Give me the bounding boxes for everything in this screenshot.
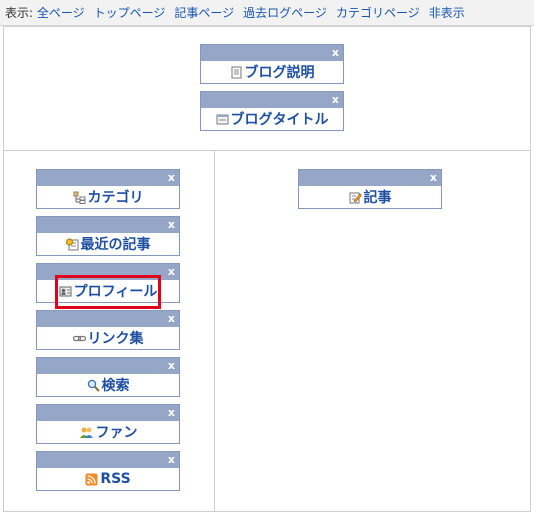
tree-icon <box>73 191 86 204</box>
widget-fan[interactable]: x ファン <box>36 404 180 444</box>
widget-rss[interactable]: x RSS <box>36 451 180 491</box>
filter-link-hidden[interactable]: 非表示 <box>429 6 465 20</box>
widget-label: 記事 <box>363 190 392 206</box>
widget-header[interactable] <box>201 92 343 108</box>
close-icon[interactable]: x <box>168 452 175 468</box>
close-icon[interactable]: x <box>332 92 339 108</box>
widget-label: ブログ説明 <box>244 65 315 81</box>
widget-category[interactable]: x カテゴリ <box>36 169 180 209</box>
close-icon[interactable]: x <box>168 264 175 280</box>
close-icon[interactable]: x <box>168 358 175 374</box>
close-icon[interactable]: x <box>168 170 175 186</box>
document-icon <box>230 66 243 79</box>
widget-label: RSS <box>100 471 131 487</box>
profile-card-icon <box>59 285 72 298</box>
widget-label: カテゴリ <box>87 190 144 206</box>
widget-header[interactable] <box>37 217 179 233</box>
widget-header[interactable] <box>37 264 179 280</box>
widget-header[interactable] <box>37 170 179 186</box>
filter-link-top-page[interactable]: トップページ <box>94 6 166 20</box>
magnifier-icon <box>87 379 100 392</box>
widget-label: ファン <box>95 425 138 441</box>
widget-blog-description[interactable]: x ブログ説明 <box>200 44 344 84</box>
window-icon <box>216 113 229 126</box>
widget-recent-articles[interactable]: x 最近の記事 <box>36 216 180 256</box>
widget-header[interactable] <box>37 358 179 374</box>
filter-link-article-page[interactable]: 記事ページ <box>174 6 234 20</box>
display-filter-bar: 表示: 全ページ トップページ 記事ページ 過去ログページ カテゴリページ 非表示 <box>0 0 534 26</box>
filter-link-all-pages[interactable]: 全ページ <box>37 6 85 20</box>
widget-blog-title[interactable]: x ブログタイトル <box>200 91 344 131</box>
close-icon[interactable]: x <box>332 45 339 61</box>
close-icon[interactable]: x <box>430 170 437 186</box>
widget-label: 検索 <box>101 378 130 394</box>
widget-label: ブログタイトル <box>230 112 329 128</box>
filter-link-archive-page[interactable]: 過去ログページ <box>243 6 327 20</box>
widget-article[interactable]: x 記事 <box>298 169 442 209</box>
close-icon[interactable]: x <box>168 217 175 233</box>
close-icon[interactable]: x <box>168 405 175 421</box>
widget-search[interactable]: x 検索 <box>36 357 180 397</box>
widget-header[interactable] <box>201 45 343 61</box>
recent-articles-icon <box>65 238 79 251</box>
widget-header[interactable] <box>37 452 179 468</box>
chain-link-icon <box>72 332 86 345</box>
widget-profile[interactable]: x プロフィール <box>36 263 180 303</box>
people-icon <box>79 426 94 439</box>
widget-header[interactable] <box>299 170 441 186</box>
close-icon[interactable]: x <box>168 311 175 327</box>
widget-header[interactable] <box>37 405 179 421</box>
widget-links[interactable]: x リンク集 <box>36 310 180 350</box>
widget-label: リンク集 <box>87 331 144 347</box>
pencil-note-icon <box>349 191 362 204</box>
widget-label: プロフィール <box>73 284 158 300</box>
filter-link-category-page[interactable]: カテゴリページ <box>336 6 420 20</box>
rss-feed-icon <box>85 473 98 486</box>
widget-header[interactable] <box>37 311 179 327</box>
display-label: 表示: <box>5 6 34 20</box>
widget-label: 最近の記事 <box>80 237 151 253</box>
